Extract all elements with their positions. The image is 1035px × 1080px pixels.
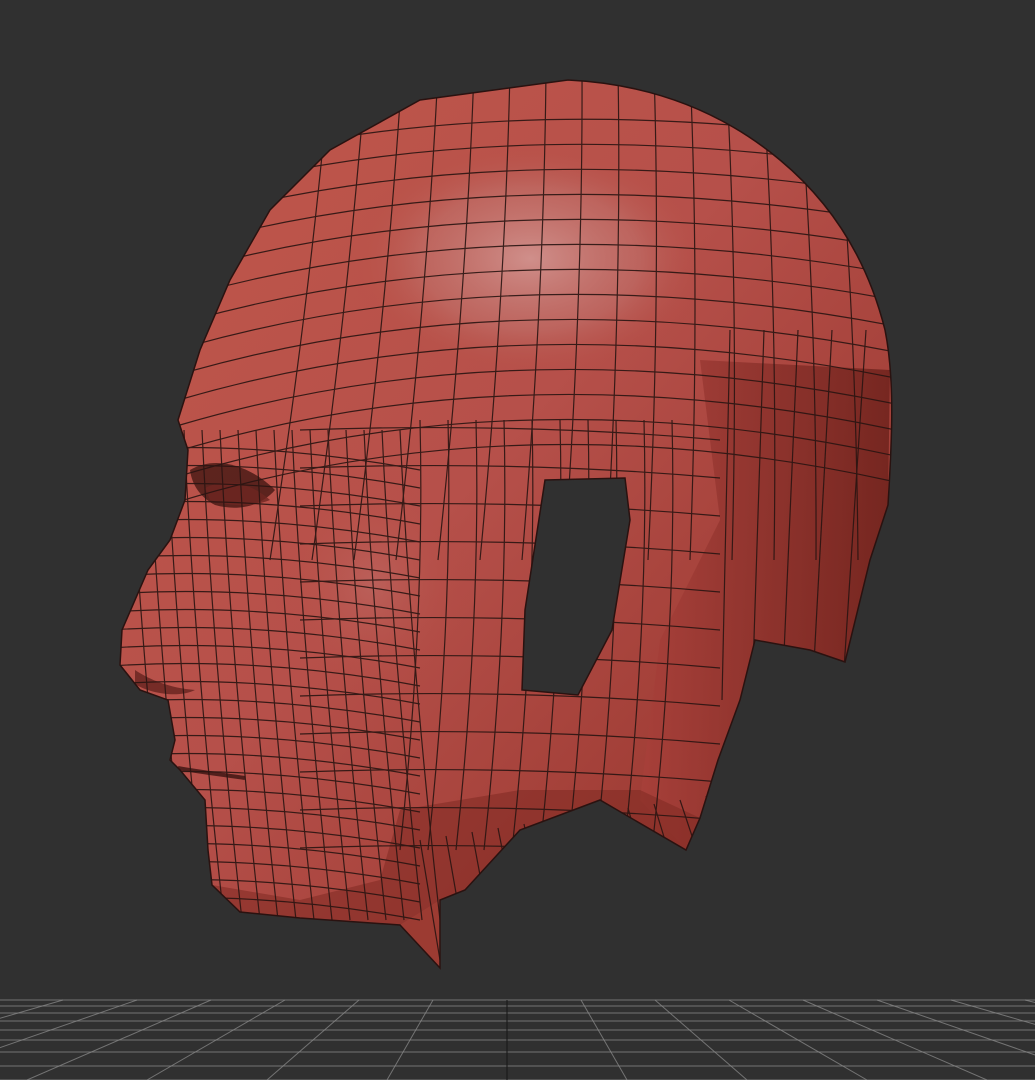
- floor-grid: [0, 999, 1035, 1080]
- mesh-edge: [549, 819, 571, 911]
- head-mesh[interactable]: [110, 70, 900, 969]
- mesh-edge: [575, 815, 597, 901]
- mesh-edge: [705, 795, 727, 851]
- mesh-edge: [601, 811, 623, 891]
- viewport-scene[interactable]: [0, 0, 1035, 1080]
- mesh-edge: [523, 823, 545, 921]
- 3d-viewport[interactable]: [0, 0, 1035, 1080]
